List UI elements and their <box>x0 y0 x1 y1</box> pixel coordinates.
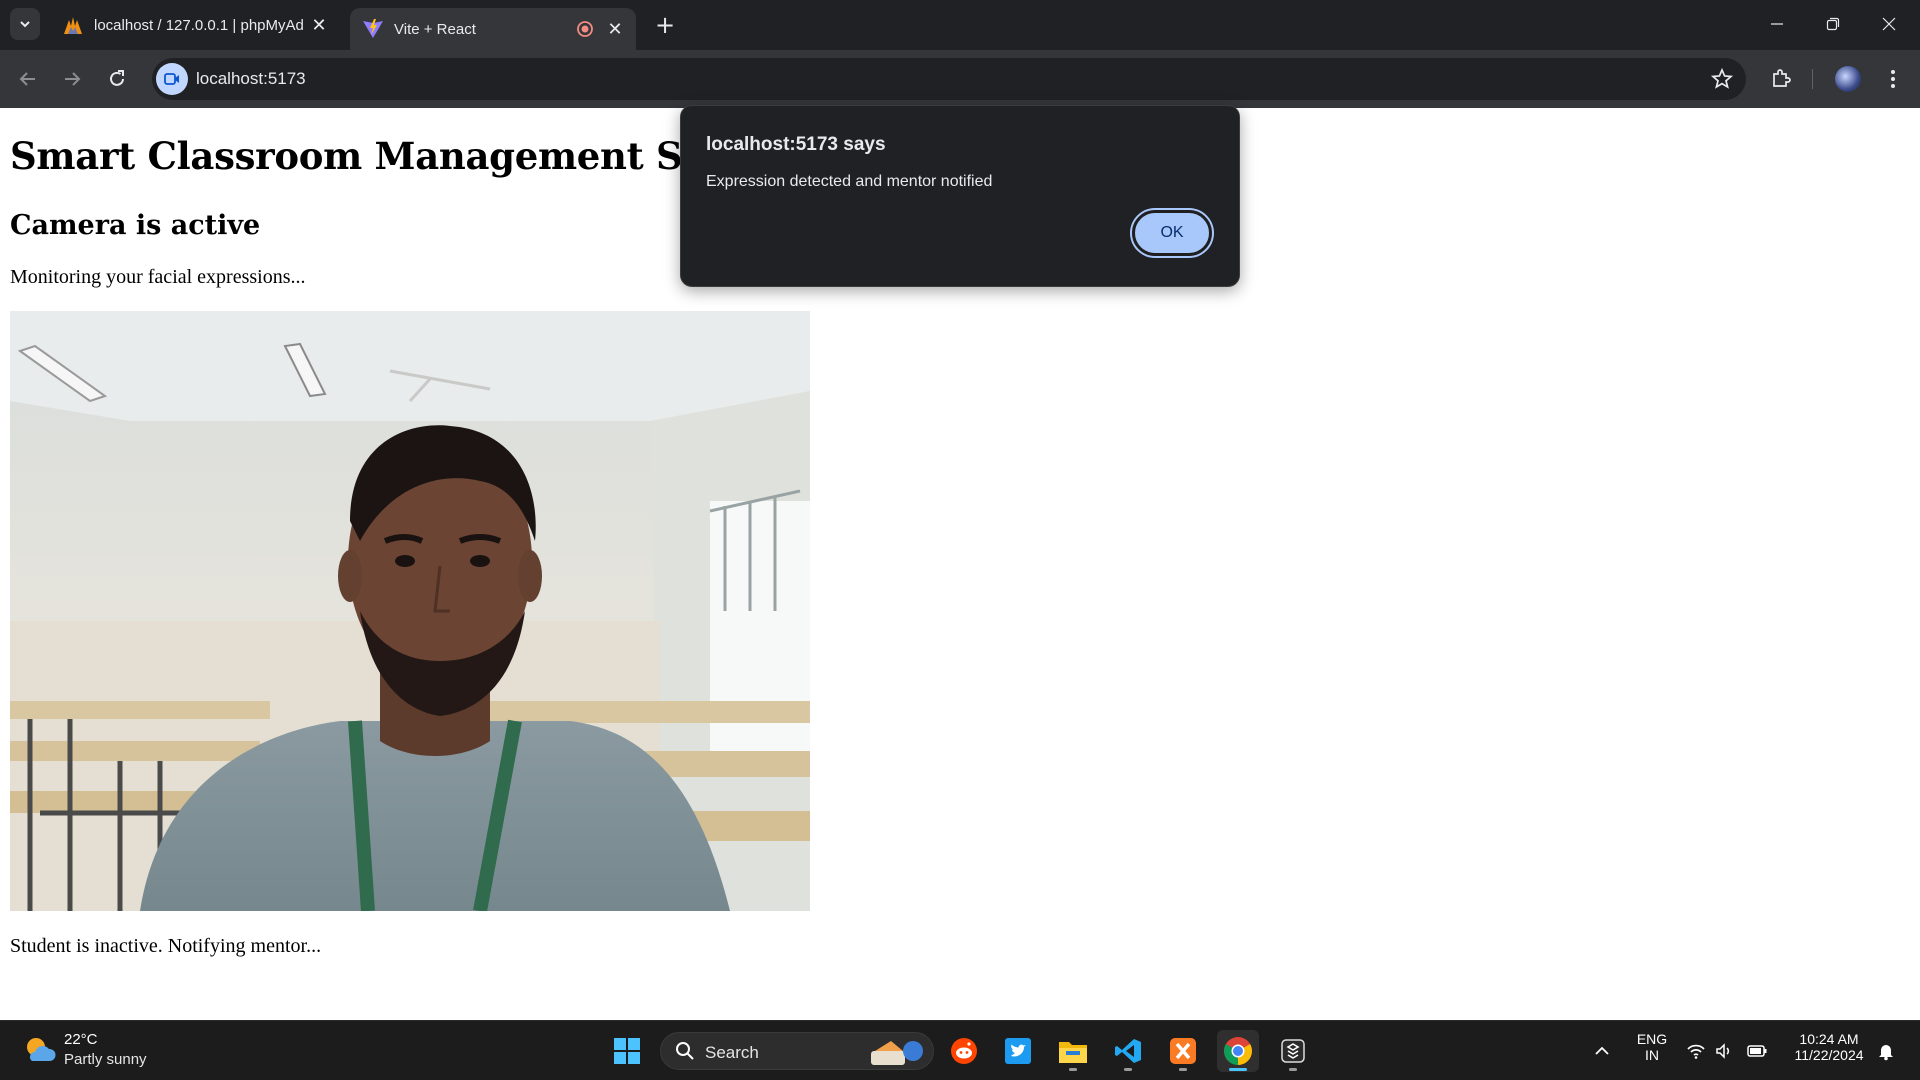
app-icon <box>1281 1039 1305 1063</box>
reload-icon <box>110 70 124 86</box>
tab-phpmyadmin[interactable]: localhost / 127.0.0.1 | phpMyAd ✕ <box>50 8 340 42</box>
alert-title: localhost:5173 says <box>706 134 886 155</box>
running-indicator <box>1229 1068 1247 1071</box>
arrow-right-icon <box>65 72 81 86</box>
tab-search-button[interactable] <box>10 8 40 40</box>
recording-icon <box>577 21 593 37</box>
arrow-left-icon <box>19 72 35 86</box>
taskbar-app-file-explorer[interactable] <box>1052 1030 1094 1072</box>
taskbar-app-vscode[interactable] <box>1107 1030 1149 1072</box>
plus-icon: + <box>654 11 676 39</box>
forward-button[interactable] <box>56 63 88 95</box>
language-indicator[interactable]: ENG IN <box>1631 1031 1673 1063</box>
tab-vite-react[interactable]: Vite + React ✕ <box>350 8 636 50</box>
tab-title: Vite + React <box>394 20 476 38</box>
monitoring-text: Monitoring your facial expressions... <box>10 266 306 288</box>
close-icon[interactable]: ✕ <box>604 18 626 40</box>
xampp-icon <box>1170 1038 1196 1064</box>
camera-icon <box>164 73 179 85</box>
language-code: ENG <box>1636 1031 1668 1047</box>
phpmyadmin-icon <box>64 17 82 34</box>
site-info-button[interactable] <box>156 63 188 95</box>
close-window-button[interactable] <box>1866 8 1912 40</box>
partly-sunny-icon <box>27 1038 56 1061</box>
chrome-icon <box>1224 1037 1252 1065</box>
folder-icon <box>1059 1042 1087 1063</box>
weather-temperature: 22°C <box>64 1031 98 1048</box>
new-tab-button[interactable]: + <box>650 10 680 40</box>
avatar <box>1835 66 1861 92</box>
battery-icon[interactable] <box>1747 1041 1767 1061</box>
taskbar: 22°C Partly sunny Search ENG IN 10:24 AM… <box>0 1020 1920 1080</box>
taskbar-app-other[interactable] <box>1272 1030 1314 1072</box>
weather-description: Partly sunny <box>64 1051 147 1068</box>
clock[interactable]: 10:24 AM 11/22/2024 <box>1784 1031 1874 1063</box>
alert-dialog: localhost:5173 says Expression detected … <box>680 105 1240 287</box>
windows-start-icon <box>614 1038 640 1064</box>
taskbar-search[interactable]: Search <box>660 1032 934 1070</box>
taskbar-app-twitter[interactable] <box>997 1030 1039 1072</box>
taskbar-app-chrome[interactable] <box>1217 1030 1259 1072</box>
close-icon[interactable]: ✕ <box>308 14 330 36</box>
tab-title: localhost / 127.0.0.1 | phpMyAd <box>94 16 304 34</box>
close-icon <box>1882 17 1896 31</box>
vscode-icon <box>1115 1039 1141 1063</box>
camera-feed <box>10 311 810 911</box>
volume-icon[interactable] <box>1714 1041 1734 1061</box>
notification-bell-icon[interactable] <box>1876 1041 1896 1061</box>
vite-icon <box>363 19 383 38</box>
puzzle-icon <box>1773 69 1791 87</box>
extensions-button[interactable] <box>1765 63 1797 95</box>
restore-icon <box>1826 17 1840 31</box>
taskbar-app-xampp[interactable] <box>1162 1030 1204 1072</box>
running-indicator <box>1179 1068 1187 1071</box>
chevron-up-icon[interactable] <box>1592 1041 1612 1061</box>
minimize-icon <box>1771 23 1783 25</box>
browser-toolbar: localhost:5173 <box>0 50 1920 108</box>
tab-strip: localhost / 127.0.0.1 | phpMyAd ✕ Vite +… <box>0 0 1920 50</box>
bookmark-star-icon[interactable] <box>1710 67 1734 91</box>
minimize-button[interactable] <box>1754 8 1800 40</box>
chevron-down-icon <box>20 21 30 28</box>
taskbar-app-reddit[interactable] <box>943 1030 985 1072</box>
running-indicator <box>1124 1068 1132 1071</box>
search-label: Search <box>705 1043 759 1062</box>
region-code: IN <box>1645 1047 1659 1063</box>
reddit-icon <box>951 1038 977 1064</box>
profile-button[interactable] <box>1832 63 1864 95</box>
toolbar-divider <box>1812 69 1813 89</box>
student-status-text: Student is inactive. Notifying mentor... <box>10 935 322 957</box>
alert-message: Expression detected and mentor notified <box>706 173 993 190</box>
search-highlight-icon <box>871 1041 923 1065</box>
wifi-icon[interactable] <box>1686 1041 1706 1061</box>
url-text: localhost:5173 <box>196 69 306 88</box>
address-bar[interactable]: localhost:5173 <box>152 58 1746 100</box>
ok-button[interactable]: OK <box>1132 210 1212 256</box>
reload-button[interactable] <box>101 63 133 95</box>
restore-button[interactable] <box>1810 8 1856 40</box>
webcam-video <box>10 311 810 911</box>
more-vert-icon <box>1891 70 1895 88</box>
clock-date: 11/22/2024 <box>1794 1047 1864 1063</box>
twitter-icon <box>1005 1038 1031 1064</box>
search-icon <box>676 1042 694 1060</box>
camera-status-heading: Camera is active <box>10 210 261 241</box>
running-indicator <box>1069 1068 1077 1071</box>
clock-time: 10:24 AM <box>1799 1031 1859 1047</box>
menu-button[interactable] <box>1877 63 1909 95</box>
running-indicator <box>1289 1068 1297 1071</box>
back-button[interactable] <box>12 63 44 95</box>
start-button[interactable] <box>606 1030 648 1072</box>
